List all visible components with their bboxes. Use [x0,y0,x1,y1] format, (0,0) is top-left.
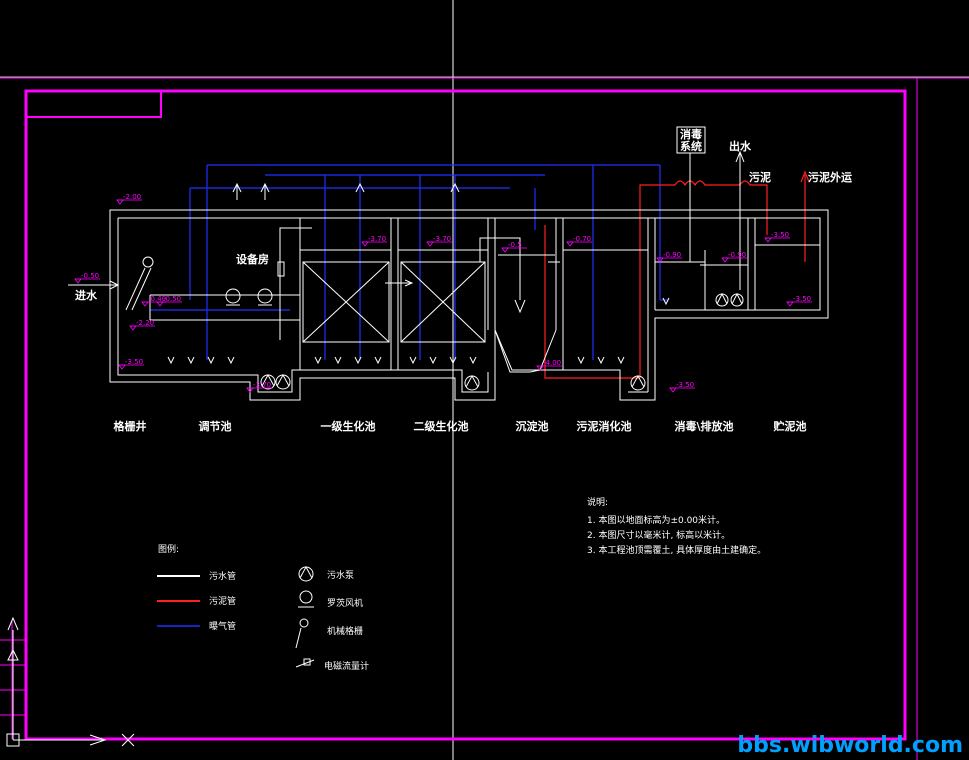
flowmeter-icon [295,659,315,668]
diffusers [167,297,670,365]
level-mark-value: -0.70 [573,235,591,243]
disinfection-system-label-1: 消毒 [680,127,702,141]
legend-item-label: 污泥管 [209,595,236,607]
blower-icon [299,590,313,604]
legend-symbol-label: 机械格栅 [327,625,363,637]
unit-labels: 格栅井 调节池 一级生化池 二级生化池 沉淀池 污泥消化池 消毒\排放池 贮泥池 [114,419,807,433]
unit-label: 沉淀池 [516,419,549,433]
equipment-room-label: 设备房 [236,252,269,266]
legend-symbol-label: 污水泵 [327,569,354,581]
note-line: 3. 本工程池顶需覆土, 具体厚度由土建确定。 [587,544,766,556]
tank-structure [68,126,829,401]
grating-icon [299,618,309,628]
unit-label: 格栅井 [114,419,147,433]
legend-symbol-label: 罗茨风机 [327,597,363,609]
sludge-out-label: 污泥外运 [808,170,852,184]
unit-label: 污泥消化池 [577,419,632,433]
legend-title: 图例: [158,543,179,555]
sludge-pipes [544,170,810,379]
level-mark-value: -3.50 [676,381,694,389]
legend: 图例: 污水管 污泥管 曝气管 污水泵 罗茨风机 机械格栅 电磁流量计 [157,543,369,672]
grating-icon-bar [295,627,302,649]
pump-icon [298,566,314,582]
level-mark-value: -0.5 [508,241,522,249]
watermark: bbs.wibworld.com [737,733,963,758]
level-mark-value: -0.90 [663,251,681,259]
unit-label: 调节池 [199,419,232,433]
level-mark-value: -3.70 [433,235,451,243]
unit-label: 二级生化池 [414,419,469,433]
level-mark-value: -3.50 [771,231,789,239]
legend-item-label: 曝气管 [209,620,236,632]
inflow-label: 进水 [75,288,98,302]
disinfection-system-label-2: 系统 [680,139,702,153]
level-mark-value: -3.70 [253,381,271,389]
sludge-label: 污泥 [749,170,771,184]
level-mark-value: -3.50 [793,295,811,303]
crosshair-cursor [0,0,969,760]
level-marks: -2.00-0.50-0.40-2.20-3.50-3.70-3.70 -3.70… [74,193,812,393]
notes: 说明: 1. 本图以地面标高为±0.00米计。 2. 本图尺寸以毫米计, 标高以… [587,496,766,556]
outflow-label: 出水 [729,139,752,153]
note-line: 1. 本图以地面标高为±0.00米计。 [587,514,725,526]
level-mark-value: -0.90 [728,251,746,259]
cad-drawing: -2.00-0.50-0.40-2.20-3.50-3.70-3.70 -3.70… [0,0,969,760]
note-line: 2. 本图尺寸以毫米计, 标高以米计。 [587,529,730,541]
level-mark-value: -0.50 [163,295,181,303]
level-mark-value: -3.70 [368,235,386,243]
level-mark-value: -0.50 [81,272,99,280]
unit-label: 贮泥池 [773,419,807,433]
level-mark-value: -2.20 [136,319,154,327]
legend-symbol-label: 电磁流量计 [324,660,369,672]
legend-item-label: 污水管 [209,570,236,582]
unit-label: 一级生化池 [321,419,376,433]
level-mark-value: -2.00 [123,193,141,201]
level-mark-value: -4.00 [543,359,561,367]
notes-title: 说明: [587,496,608,508]
unit-label: 消毒\排放池 [674,419,733,433]
level-mark-value: -3.50 [125,358,143,366]
